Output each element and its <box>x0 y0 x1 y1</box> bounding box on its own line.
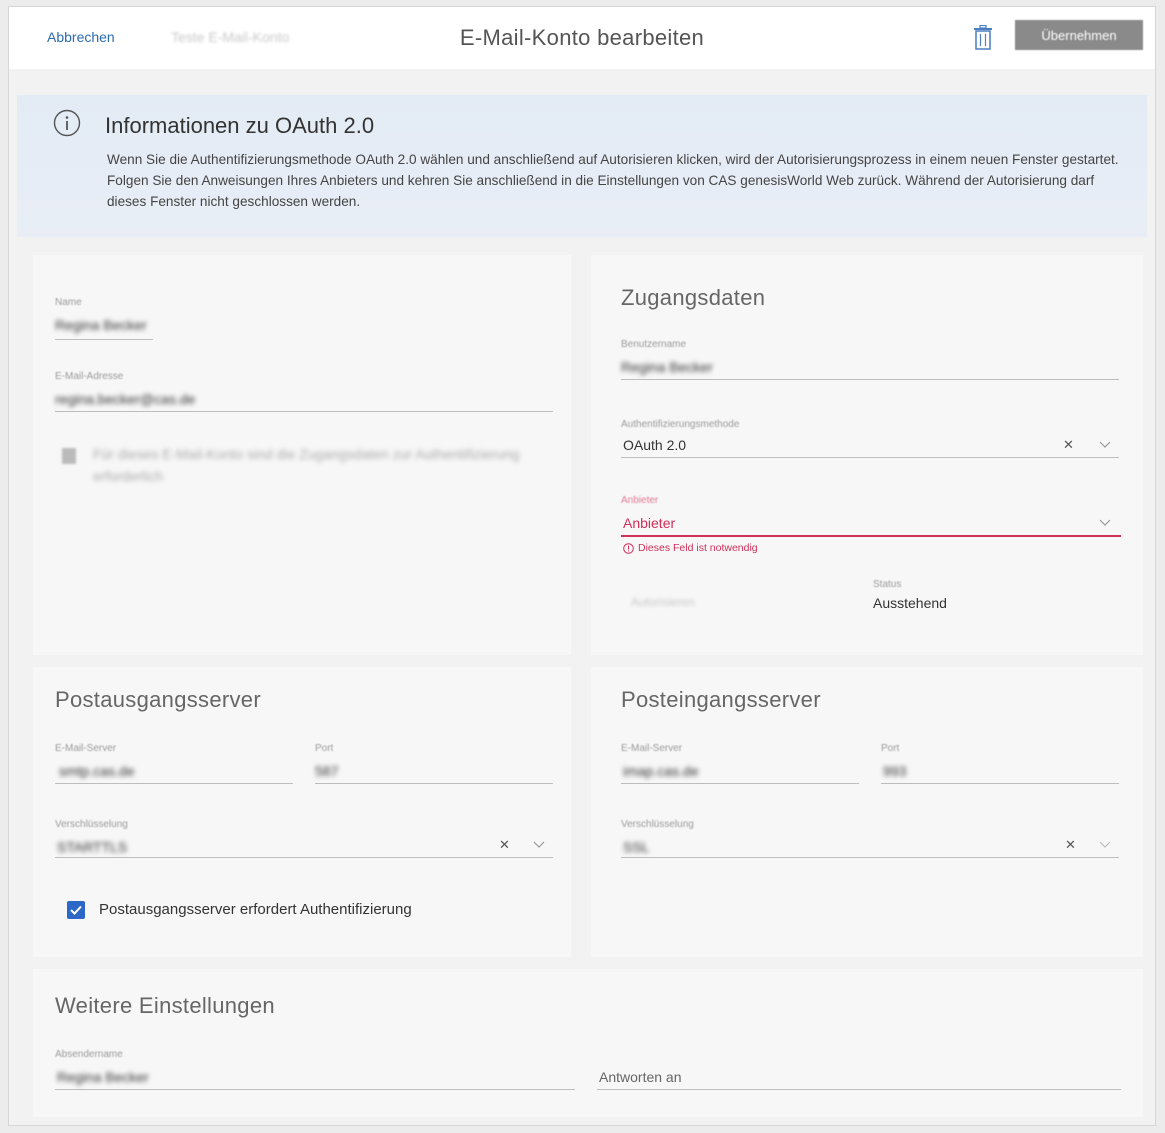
clear-auth-method-icon[interactable]: ✕ <box>1063 437 1074 453</box>
outgoing-port-underline <box>315 783 553 784</box>
outgoing-server-underline <box>55 783 293 784</box>
incoming-server-label: E-Mail-Server <box>621 743 683 754</box>
checkmark-icon <box>70 905 82 915</box>
sender-name-label: Absendername <box>55 1049 123 1060</box>
info-icon <box>53 109 81 137</box>
incoming-port-underline <box>881 783 1119 784</box>
sender-name-underline <box>55 1089 575 1090</box>
outgoing-encryption-select[interactable]: STARTTLS <box>57 839 127 855</box>
incoming-server-input[interactable]: imap.cas.de <box>623 763 698 779</box>
clear-incoming-encryption-icon[interactable]: ✕ <box>1065 837 1076 853</box>
more-settings-card <box>33 969 1143 1117</box>
auth-method-label: Authentifizierungsmethode <box>621 419 740 430</box>
email-label: E-Mail-Adresse <box>55 371 124 382</box>
email-underline <box>55 411 553 412</box>
chevron-down-icon[interactable] <box>1099 519 1111 527</box>
provider-underline <box>621 535 1121 537</box>
auth-method-underline <box>621 457 1119 458</box>
status-label: Status <box>873 579 902 590</box>
name-input[interactable]: Regina Becker <box>55 317 147 333</box>
provider-error-message: Dieses Feld ist notwendig <box>638 542 758 554</box>
chevron-down-icon[interactable] <box>1099 441 1111 449</box>
incoming-encryption-select[interactable]: SSL <box>623 839 649 855</box>
outgoing-server-label: E-Mail-Server <box>55 743 117 754</box>
header-bar: Abbrechen Teste E-Mail-Konto E-Mail-Kont… <box>9 7 1155 69</box>
email-input[interactable]: regina.becker@cas.de <box>55 391 195 407</box>
info-title: Informationen zu OAuth 2.0 <box>105 113 375 138</box>
outgoing-title: Postausgangsserver <box>55 687 261 712</box>
outgoing-encryption-label: Verschlüsselung <box>55 819 128 830</box>
name-label: Name <box>55 297 82 308</box>
outgoing-encryption-underline <box>55 857 553 858</box>
reply-to-input[interactable]: Antworten an <box>599 1069 682 1085</box>
username-underline <box>621 379 1119 380</box>
chevron-down-icon[interactable] <box>1099 841 1111 849</box>
sender-name-input[interactable]: Regina Becker <box>57 1069 149 1085</box>
incoming-port-input[interactable]: 993 <box>883 763 906 779</box>
document-icon <box>62 448 76 464</box>
reply-to-underline <box>597 1089 1121 1090</box>
provider-select[interactable]: Anbieter <box>623 515 675 531</box>
trash-icon[interactable] <box>971 25 995 51</box>
username-label: Benutzername <box>621 339 687 350</box>
edit-email-account-dialog: Abbrechen Teste E-Mail-Konto E-Mail-Kont… <box>8 6 1156 1126</box>
more-settings-title: Weitere Einstellungen <box>55 993 275 1018</box>
auth-method-select[interactable]: OAuth 2.0 <box>623 437 686 453</box>
outgoing-port-input[interactable]: 587 <box>315 763 338 779</box>
provider-label: Anbieter <box>621 495 659 506</box>
incoming-server-underline <box>621 783 859 784</box>
credentials-title: Zugangsdaten <box>621 285 766 310</box>
save-button[interactable]: Übernehmen <box>1015 20 1143 50</box>
info-text: Wenn Sie die Authentifizierungsmethode O… <box>107 152 1119 209</box>
incoming-encryption-underline <box>621 857 1119 858</box>
incoming-encryption-label: Verschlüsselung <box>621 819 694 830</box>
incoming-port-label: Port <box>881 743 900 754</box>
auth-required-label[interactable]: Postausgangsserver erfordert Authentifiz… <box>99 901 412 918</box>
incoming-title: Posteingangsserver <box>621 687 821 712</box>
authorize-button[interactable]: Autorisieren <box>631 595 695 609</box>
outgoing-server-input[interactable]: smtp.cas.de <box>59 763 134 779</box>
name-underline <box>55 339 153 340</box>
outgoing-port-label: Port <box>315 743 334 754</box>
clear-outgoing-encryption-icon[interactable]: ✕ <box>499 837 510 853</box>
account-note: Für dieses E-Mail-Konto sind die Zugangs… <box>93 446 520 484</box>
auth-required-checkbox[interactable] <box>67 901 85 919</box>
status-value: Ausstehend <box>873 595 947 611</box>
username-input[interactable]: Regina Becker <box>621 359 713 375</box>
error-icon <box>623 543 634 554</box>
chevron-down-icon[interactable] <box>533 841 545 849</box>
